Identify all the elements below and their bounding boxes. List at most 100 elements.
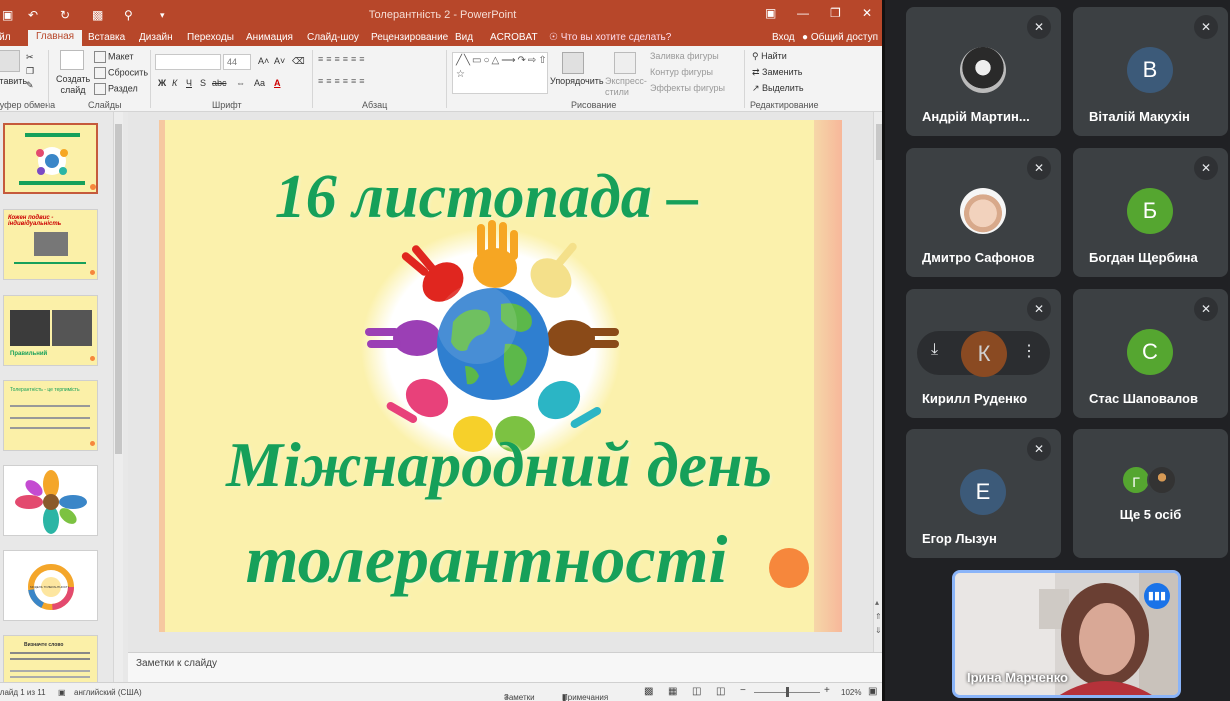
- ribbon-display-options-icon[interactable]: ▣: [765, 6, 776, 20]
- share-button[interactable]: ● Общий доступ: [802, 32, 878, 43]
- slide-thumbnail-5[interactable]: [3, 465, 98, 536]
- select-label: Выделить: [762, 83, 804, 93]
- quick-styles-button[interactable]: Экспресс-стили: [605, 76, 647, 98]
- zoom-level[interactable]: 102%: [841, 688, 861, 697]
- slide-scrollbar[interactable]: ▴ ⇑ ⇓: [873, 112, 882, 652]
- clear-formatting-icon[interactable]: ⌫: [292, 56, 305, 67]
- fit-slide-icon[interactable]: ▣: [868, 686, 877, 697]
- restore-icon[interactable]: ❐: [830, 6, 841, 20]
- zoom-out-icon[interactable]: −: [740, 685, 746, 696]
- tell-me-search[interactable]: ☉ Что вы хотите сделать?: [549, 32, 671, 43]
- spellcheck-icon[interactable]: ▣: [58, 688, 66, 697]
- paste-button[interactable]: Вставить: [0, 76, 28, 86]
- pin-icon[interactable]: ⤓: [931, 341, 938, 359]
- notes-pane[interactable]: Заметки к слайду: [128, 652, 882, 682]
- participant-tile[interactable]: ✕ В Віталій Макухін: [1073, 7, 1228, 136]
- copy-icon[interactable]: ❐: [26, 66, 34, 77]
- zoom-in-icon[interactable]: +: [824, 685, 830, 696]
- tab-review[interactable]: Рецензирование: [371, 32, 448, 43]
- participant-tile[interactable]: ✕ Дмитро Сафонов: [906, 148, 1061, 277]
- close-icon[interactable]: ✕: [862, 6, 872, 20]
- minimize-icon[interactable]: —: [797, 6, 809, 20]
- tab-file[interactable]: Файл: [0, 32, 11, 43]
- paste-icon[interactable]: [0, 50, 20, 72]
- next-slide-icon[interactable]: ⇓: [875, 626, 882, 635]
- font-name-field[interactable]: [155, 54, 221, 70]
- new-slide-icon[interactable]: [60, 50, 84, 70]
- section-button[interactable]: Раздел: [94, 83, 138, 95]
- shape-fill-button[interactable]: Заливка фигуры: [650, 51, 719, 61]
- shape-outline-button[interactable]: Контур фигуры: [650, 67, 713, 77]
- tab-animations[interactable]: Анимация: [246, 32, 293, 43]
- italic-button[interactable]: К: [172, 78, 177, 88]
- new-slide-button[interactable]: Создать слайд: [56, 74, 90, 96]
- bold-button[interactable]: Ж: [158, 78, 166, 88]
- tab-transitions[interactable]: Переходы: [187, 32, 234, 43]
- tab-acrobat[interactable]: ACROBAT: [490, 32, 538, 43]
- language-indicator[interactable]: английский (США): [74, 688, 142, 697]
- change-case-icon[interactable]: Aa: [254, 78, 265, 88]
- thumbnails-scroll-thumb[interactable]: [115, 124, 122, 454]
- slide-thumbnail-4[interactable]: Толерантність - це терпимість: [3, 380, 98, 451]
- select-button[interactable]: ↗ Выделить: [752, 83, 804, 94]
- slideshow-view-icon[interactable]: ◫: [716, 686, 725, 697]
- format-painter-icon[interactable]: ✎: [26, 80, 34, 91]
- mic-off-icon: ✕: [1027, 297, 1051, 321]
- tab-view[interactable]: Вид: [455, 32, 473, 43]
- normal-view-icon[interactable]: ▩: [644, 686, 653, 697]
- align-buttons-icon[interactable]: ≡≡≡≡≡≡: [318, 76, 368, 86]
- slide-thumbnail-6[interactable]: МОДЕЛЬ ТОЛЕРАНТНОСТІ: [3, 550, 98, 621]
- participant-tile[interactable]: ✕ С Стас Шаповалов: [1073, 289, 1228, 418]
- font-size-field[interactable]: 44: [223, 54, 251, 70]
- arrange-icon[interactable]: [562, 52, 584, 74]
- slide-thumbnail-2[interactable]: Кожен подвис - індивідуальність: [3, 209, 98, 280]
- find-button[interactable]: ⚲ Найти: [752, 51, 787, 62]
- participant-tile[interactable]: ✕ Е Егор Лызун: [906, 429, 1061, 558]
- section-label: Раздел: [108, 83, 138, 94]
- more-vert-icon[interactable]: ⋮: [1021, 341, 1037, 361]
- tab-home[interactable]: Главная: [28, 30, 83, 46]
- slide-thumbnail-3[interactable]: Правильний: [3, 295, 98, 366]
- participant-tile[interactable]: ✕ ⤓ К ⋮ Кирилл Руденко: [906, 289, 1061, 418]
- thumbnail-5-flower-art: [15, 470, 87, 534]
- zoom-slider-thumb[interactable]: [786, 687, 789, 697]
- reset-button[interactable]: Сбросить: [94, 67, 148, 79]
- shape-effects-button[interactable]: Эффекты фигуры: [650, 83, 725, 93]
- char-spacing-icon[interactable]: ⇔: [236, 78, 245, 88]
- shadow-button[interactable]: S: [200, 78, 206, 88]
- more-participants-tile[interactable]: Г Ще 5 осіб: [1073, 429, 1228, 558]
- participant-tile[interactable]: ✕ Б Богдан Щербина: [1073, 148, 1228, 277]
- arrange-button[interactable]: Упорядочить: [550, 76, 604, 86]
- underline-button[interactable]: Ч: [186, 78, 192, 88]
- participant-tile[interactable]: ✕ Андрій Мартин...: [906, 7, 1061, 136]
- self-video-tile[interactable]: ▮▮▮ Ірина Марченко: [952, 570, 1181, 698]
- shapes-gallery[interactable]: ╱╲▭○△⟶↷⇨⇧☆⌒❴❵☆: [452, 52, 548, 94]
- font-color-icon[interactable]: A: [274, 78, 281, 88]
- scroll-up-icon[interactable]: ▴: [875, 598, 879, 607]
- replace-button[interactable]: ⇄ Заменить: [752, 67, 803, 78]
- quick-styles-icon[interactable]: [614, 52, 636, 74]
- slide-scroll-thumb[interactable]: [876, 124, 882, 160]
- prev-slide-icon[interactable]: ⇑: [875, 612, 882, 621]
- slide-title-tolerance[interactable]: толерантності: [159, 520, 814, 599]
- sorter-view-icon[interactable]: ▦: [668, 686, 677, 697]
- current-slide[interactable]: 16 листопада – Міжнародний день толерант…: [159, 120, 842, 632]
- sign-in-link[interactable]: Вход: [772, 32, 795, 43]
- list-buttons-icon[interactable]: ≡≡≡≡≡≡: [318, 54, 368, 64]
- mic-off-icon: ✕: [1194, 297, 1218, 321]
- tab-design[interactable]: Дизайн: [139, 32, 173, 43]
- layout-button[interactable]: Макет: [94, 51, 133, 63]
- participant-name: Віталій Макухін: [1089, 109, 1190, 124]
- slide-thumbnail-7[interactable]: Визначте слово: [3, 635, 98, 682]
- grow-font-icon[interactable]: A˄: [258, 56, 269, 66]
- tab-slideshow[interactable]: Слайд-шоу: [307, 32, 359, 43]
- thumbnails-scrollbar[interactable]: [113, 112, 123, 682]
- participant-name: Егор Лызун: [922, 531, 997, 546]
- shrink-font-icon[interactable]: A˅: [274, 56, 285, 66]
- slide-title-main[interactable]: Міжнародний день: [159, 428, 839, 502]
- reading-view-icon[interactable]: ◫: [692, 686, 701, 697]
- strikethrough-button[interactable]: abc: [212, 78, 227, 88]
- slide-thumbnail-1[interactable]: [3, 123, 98, 194]
- cut-icon[interactable]: ✂: [26, 52, 34, 63]
- tab-insert[interactable]: Вставка: [88, 32, 125, 43]
